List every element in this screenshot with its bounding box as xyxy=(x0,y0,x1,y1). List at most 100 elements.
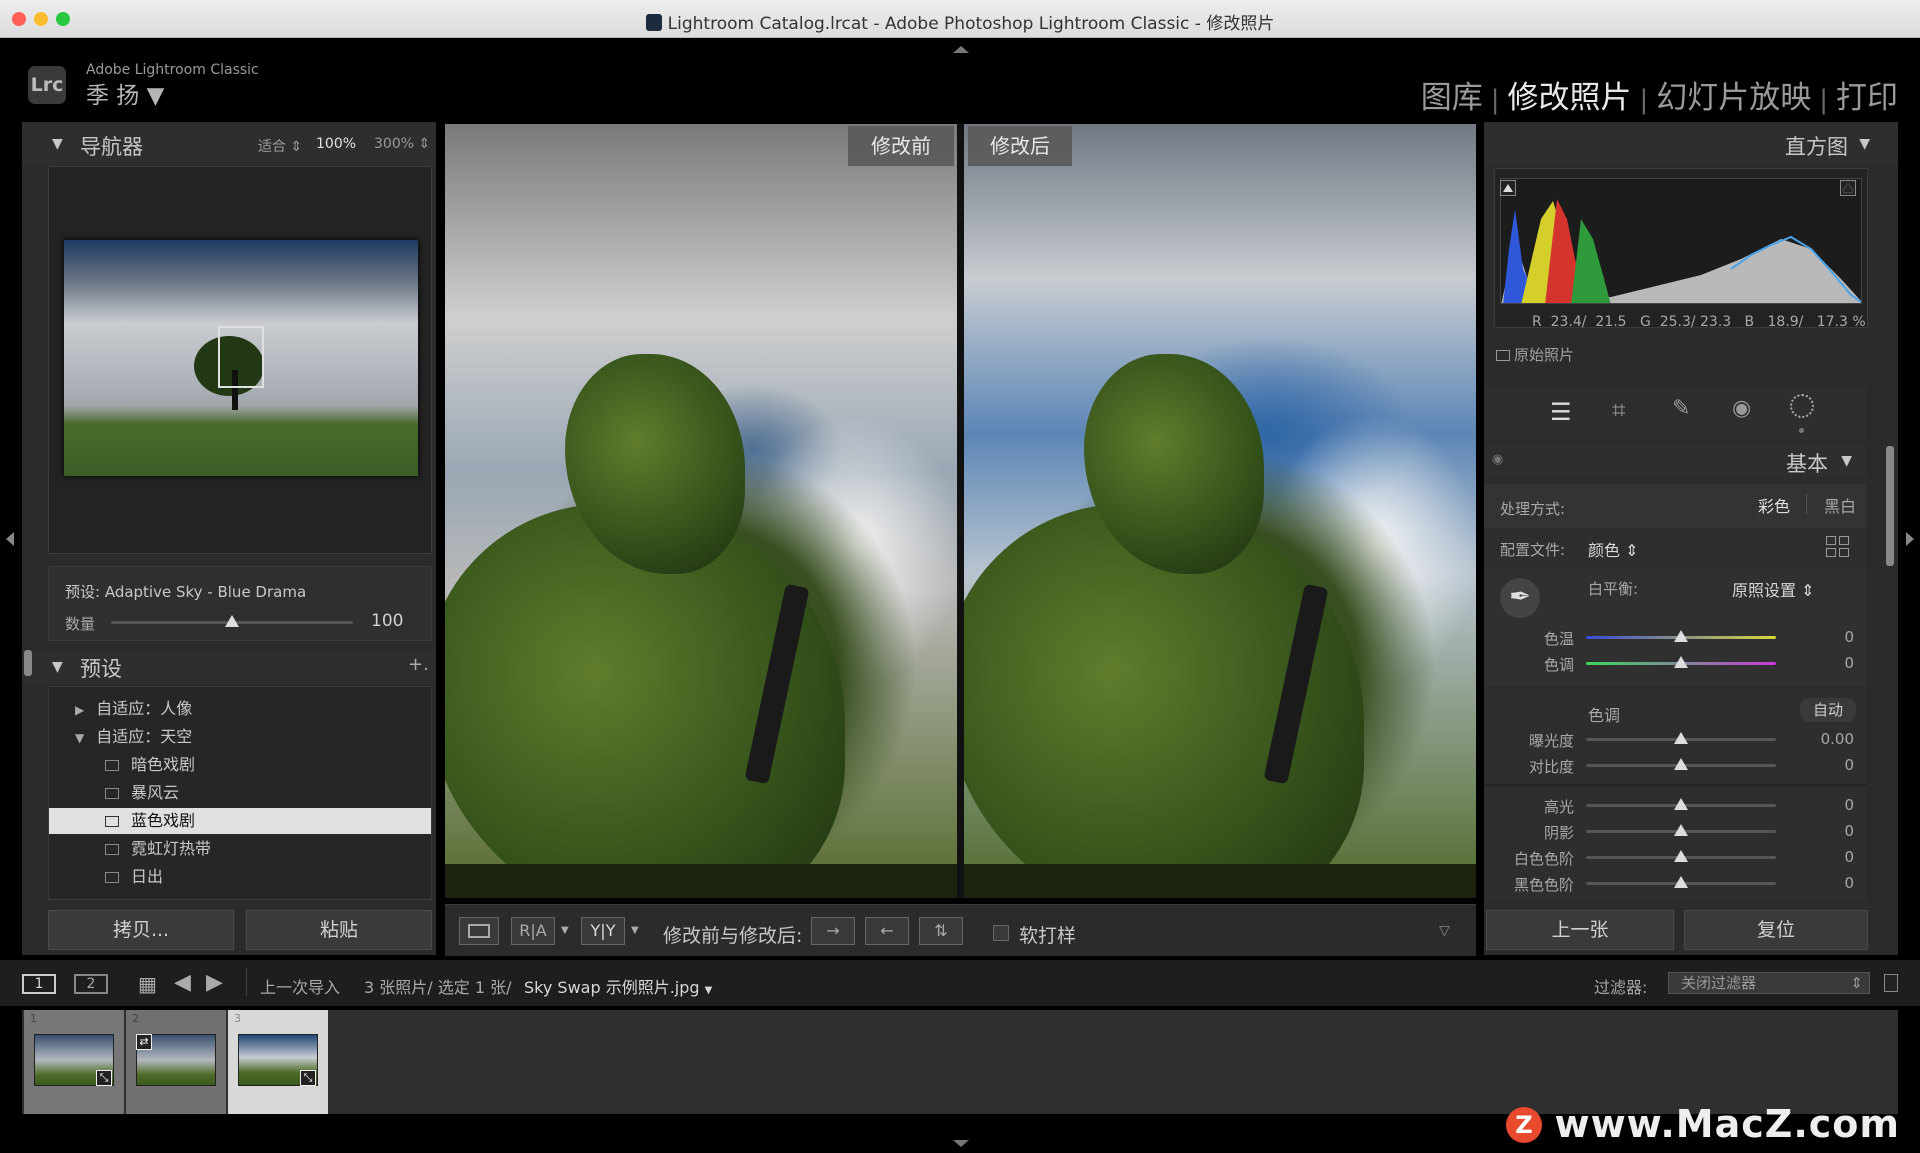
reset-button[interactable]: 复位 xyxy=(1684,910,1868,950)
redeye-icon[interactable]: ◉ xyxy=(1732,396,1751,421)
navigator-header[interactable]: ▼ 导航器 适合 ⇕ 100% 300% ⇕ xyxy=(22,122,436,166)
profile-select[interactable]: 颜色 ⇕ xyxy=(1588,537,1639,561)
presets-header[interactable]: ▼ 预设 +. xyxy=(22,650,436,684)
amount-slider-thumb[interactable] xyxy=(225,615,239,627)
dropdown-arrow-icon[interactable]: ▼ xyxy=(631,925,639,936)
collapse-top-icon[interactable] xyxy=(953,46,969,53)
previous-button[interactable]: 上一张 xyxy=(1486,910,1674,950)
shadows-slider-thumb[interactable] xyxy=(1674,824,1688,836)
original-photo-toggle[interactable]: 原始照片 xyxy=(1496,344,1574,365)
arrow-left-icon: ← xyxy=(880,921,894,940)
exposure-slider-thumb[interactable] xyxy=(1674,732,1688,744)
wb-eyedropper-icon[interactable]: ✒ xyxy=(1500,578,1540,618)
highlight-clipping-toggle[interactable] xyxy=(1840,180,1856,196)
preset-item[interactable]: 日出 xyxy=(49,864,431,890)
treatment-color-button[interactable]: 彩色 xyxy=(1758,493,1790,517)
left-panel-scrollbar[interactable] xyxy=(24,650,32,676)
preset-item[interactable]: 霓虹灯热带 xyxy=(49,836,431,862)
blacks-slider-thumb[interactable] xyxy=(1674,876,1688,888)
filmstrip-thumb-3-selected[interactable]: 3 ⤡ xyxy=(228,1010,328,1114)
branches xyxy=(964,864,1476,898)
adjust-icon[interactable]: ☰ xyxy=(1550,398,1572,426)
filmstrip-thumb-2[interactable]: 2 ⇄ xyxy=(126,1010,226,1114)
loupe-view-button[interactable] xyxy=(459,917,499,945)
temp-slider-thumb[interactable] xyxy=(1674,630,1688,642)
whites-value[interactable]: 0 xyxy=(1794,848,1854,866)
histogram-title: 直方图 xyxy=(1785,135,1848,159)
shadows-value[interactable]: 0 xyxy=(1794,822,1854,840)
tool-strip: ☰ ⌗ ✎ ◉ xyxy=(1484,386,1866,440)
screen2-button[interactable]: 2 xyxy=(74,974,108,994)
zoom-300[interactable]: 300% ⇕ xyxy=(374,136,430,152)
filter-lock-icon[interactable] xyxy=(1884,974,1898,992)
dropdown-arrow-icon[interactable]: ▼ xyxy=(561,925,569,936)
visibility-eye-icon[interactable]: ◉ xyxy=(1492,452,1503,467)
collapse-left-icon[interactable] xyxy=(6,532,14,546)
amount-value[interactable]: 100 xyxy=(371,611,403,631)
tint-value[interactable]: 0 xyxy=(1794,654,1854,672)
preset-group-portrait[interactable]: ▶ 自适应：人像 xyxy=(49,696,431,722)
basic-header[interactable]: ◉ 基本 ▼ xyxy=(1484,444,1866,478)
filename[interactable]: Sky Swap 示例照片.jpg ▼ xyxy=(524,974,712,998)
temp-value[interactable]: 0 xyxy=(1794,628,1854,646)
blacks-label: 黑色色阶 xyxy=(1513,876,1574,894)
before-after-lr-button[interactable]: R|A xyxy=(511,917,555,945)
filmstrip-thumb-1[interactable]: 1 ⤡ xyxy=(24,1010,124,1114)
wb-select[interactable]: 原照设置 ⇕ xyxy=(1732,577,1815,601)
histogram-header[interactable]: 直方图 ▼ xyxy=(1484,122,1898,166)
preset-item-selected[interactable]: 蓝色戏剧 xyxy=(49,808,431,834)
add-preset-button[interactable]: +. xyxy=(408,654,429,675)
histogram-green xyxy=(1571,219,1611,303)
filter-select[interactable]: 关闭过滤器 ⇕ xyxy=(1668,972,1870,994)
mask-icon[interactable] xyxy=(1790,394,1814,418)
photo-before[interactable] xyxy=(445,124,957,898)
preset-group-sky[interactable]: ▼ 自适应：天空 xyxy=(49,724,431,750)
before-after-split-button[interactable]: Y|Y xyxy=(581,917,625,945)
copy-after-to-before-button[interactable]: ← xyxy=(865,917,909,945)
right-panel-scrollbar[interactable] xyxy=(1886,446,1894,566)
tint-slider-thumb[interactable] xyxy=(1674,656,1688,668)
source-label[interactable]: 上一次导入 xyxy=(260,974,340,998)
crop-icon[interactable]: ⌗ xyxy=(1612,396,1626,424)
collapse-right-icon[interactable] xyxy=(1906,532,1914,546)
toolbar-menu-icon[interactable]: ▽ xyxy=(1439,923,1450,939)
collapse-bottom-icon[interactable] xyxy=(953,1140,969,1147)
grid-view-icon[interactable]: ▦ xyxy=(138,972,157,996)
forward-arrow-icon[interactable]: ▶ xyxy=(206,970,223,995)
whites-slider-thumb[interactable] xyxy=(1674,850,1688,862)
user-name[interactable]: 季 扬 ▼ xyxy=(86,76,164,110)
highlights-slider-thumb[interactable] xyxy=(1674,798,1688,810)
treatment-bw-button[interactable]: 黑白 xyxy=(1824,493,1856,517)
filter-label: 过滤器: xyxy=(1594,978,1648,997)
preset-item[interactable]: 暗色戏剧 xyxy=(49,752,431,778)
module-slideshow[interactable]: 幻灯片放映 xyxy=(1656,80,1811,116)
exposure-value[interactable]: 0.00 xyxy=(1794,730,1854,748)
profile-row: 配置文件: 颜色 ⇕ xyxy=(1484,528,1866,568)
module-print[interactable]: 打印 xyxy=(1836,80,1898,116)
shadow-clipping-toggle[interactable] xyxy=(1500,180,1516,196)
zoom-fit-label: 适合 xyxy=(258,139,286,155)
contrast-value[interactable]: 0 xyxy=(1794,756,1854,774)
zoom-100[interactable]: 100% xyxy=(316,136,356,152)
module-develop[interactable]: 修改照片 xyxy=(1507,80,1631,116)
screen1-button[interactable]: 1 xyxy=(22,974,56,994)
blacks-value[interactable]: 0 xyxy=(1794,874,1854,892)
contrast-slider-thumb[interactable] xyxy=(1674,758,1688,770)
swap-button[interactable]: ⇅ xyxy=(919,917,963,945)
profile-browser-icon[interactable] xyxy=(1826,536,1850,558)
tone-auto-button[interactable]: 自动 xyxy=(1800,698,1856,722)
copy-button[interactable]: 拷贝... xyxy=(48,910,234,950)
paste-button[interactable]: 粘贴 xyxy=(246,910,432,950)
histogram[interactable] xyxy=(1500,178,1862,304)
highlights-value[interactable]: 0 xyxy=(1794,796,1854,814)
module-library[interactable]: 图库 xyxy=(1421,80,1483,116)
preset-group-label: 自适应：人像 xyxy=(96,699,193,718)
preset-item[interactable]: 暴风云 xyxy=(49,780,431,806)
photo-after[interactable] xyxy=(964,124,1476,898)
zoom-fit[interactable]: 适合 ⇕ xyxy=(258,136,302,156)
softproof-checkbox[interactable] xyxy=(993,925,1009,941)
back-arrow-icon[interactable]: ◀ xyxy=(174,970,191,995)
copy-before-to-after-button[interactable]: → xyxy=(811,917,855,945)
heal-icon[interactable]: ✎ xyxy=(1672,396,1690,421)
navigator-view-rect[interactable] xyxy=(218,326,264,388)
